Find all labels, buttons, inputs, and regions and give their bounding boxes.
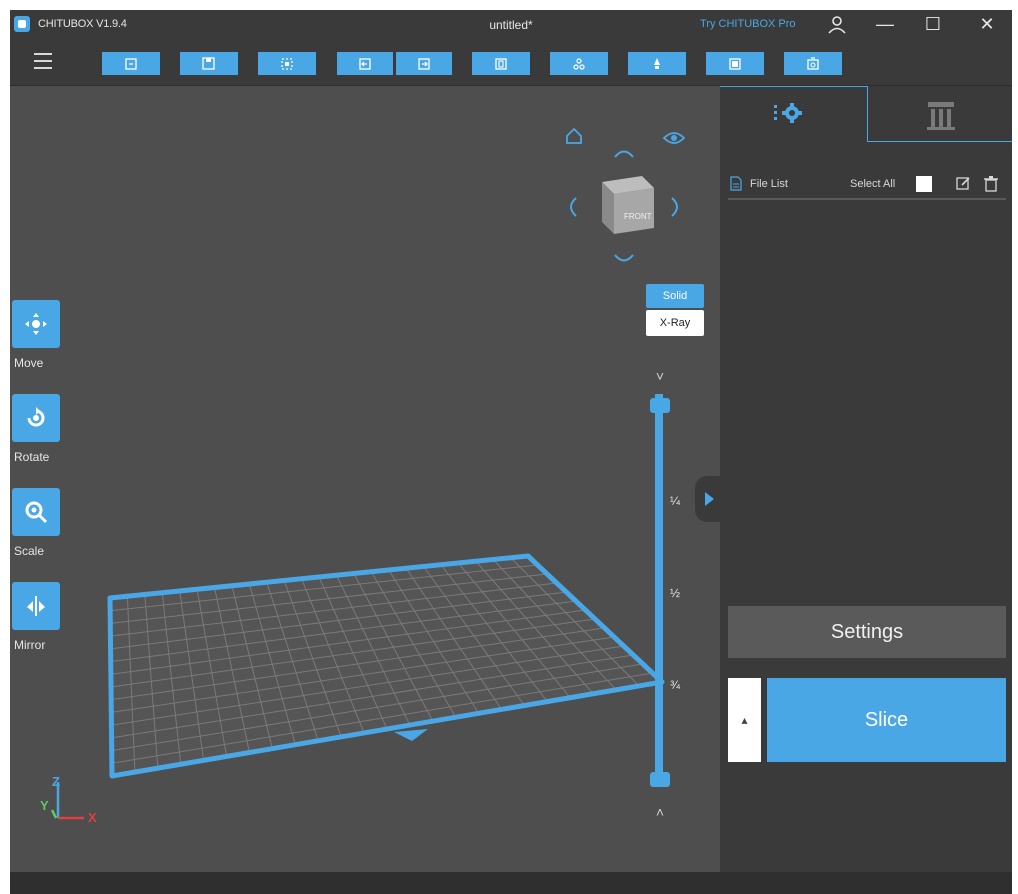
- save-icon: [202, 56, 215, 70]
- scale-button[interactable]: [12, 488, 60, 536]
- 3d-viewport[interactable]: Z Y X Move Rotate Scale Mirror FRONT Sol…: [10, 86, 720, 872]
- redo-button[interactable]: [396, 52, 452, 75]
- rotate-up-icon[interactable]: [612, 146, 636, 160]
- move-label: Move: [14, 356, 44, 370]
- undo-button[interactable]: [337, 52, 393, 75]
- try-pro-link[interactable]: Try CHITUBOX Pro: [700, 18, 796, 30]
- hamburger-menu-icon[interactable]: [34, 53, 52, 71]
- platform-icon: [729, 57, 741, 70]
- close-icon: ✕: [979, 14, 995, 34]
- drill-button[interactable]: [628, 52, 686, 75]
- print-settings-icon: [774, 103, 802, 123]
- tab-print-settings[interactable]: [720, 86, 868, 142]
- axis-y-label: Y: [40, 798, 49, 813]
- file-list-label: File List: [750, 178, 788, 190]
- user-icon[interactable]: [826, 13, 848, 35]
- select-all-checkbox[interactable]: [916, 176, 932, 192]
- tool-mirror: Mirror: [12, 582, 60, 652]
- slice-button[interactable]: Slice: [767, 678, 1006, 762]
- tab-supports[interactable]: [868, 86, 1012, 142]
- rotate-button[interactable]: [12, 394, 60, 442]
- mirror-button[interactable]: [12, 582, 60, 630]
- redo-icon: [418, 57, 430, 70]
- collapse-panel-button[interactable]: [695, 476, 720, 522]
- status-bar: [10, 872, 1012, 894]
- minimize-icon: —: [876, 14, 894, 34]
- supports-icon: [927, 102, 955, 130]
- mirror-label: Mirror: [14, 638, 46, 652]
- app-name: CHITUBOX V1.9.4: [38, 18, 127, 30]
- hollow-button[interactable]: [550, 52, 608, 75]
- close-button[interactable]: ✕: [964, 10, 1010, 40]
- slider-mark-half: ½: [670, 586, 681, 600]
- layer-slider-top-handle[interactable]: [650, 398, 670, 413]
- open-file-icon: [125, 57, 137, 70]
- chitubox-window: CHITUBOX V1.9.4 untitled* Try CHITUBOX P…: [10, 10, 1012, 894]
- layer-slider-track[interactable]: [655, 394, 663, 776]
- undo-icon: [359, 57, 371, 70]
- scale-icon: [25, 501, 48, 524]
- minimize-button[interactable]: —: [862, 10, 908, 40]
- slider-mark-three-quarters: ¾: [670, 678, 681, 692]
- rotate-left-icon[interactable]: [566, 196, 580, 218]
- settings-button[interactable]: Settings: [728, 606, 1006, 658]
- rotate-label: Rotate: [14, 450, 50, 464]
- axis-z-label: Z: [52, 774, 60, 789]
- right-panel: File List Select All Settings ▴ Slice: [720, 86, 1012, 872]
- maximize-icon: ☐: [924, 14, 942, 34]
- chevron-down-icon[interactable]: ˅: [650, 368, 670, 384]
- layer-slider-bottom-handle[interactable]: [650, 772, 670, 787]
- chevron-up-icon[interactable]: ˄: [650, 804, 670, 820]
- drill-icon: [654, 57, 660, 69]
- layout-button[interactable]: [472, 52, 530, 75]
- file-list-icon: [730, 176, 742, 191]
- eye-icon[interactable]: [662, 130, 686, 146]
- rotate-icon: [27, 407, 45, 427]
- save-file-button[interactable]: [180, 52, 238, 75]
- platform-button[interactable]: [706, 52, 764, 75]
- machine-icon: [807, 56, 819, 70]
- open-file-button[interactable]: [102, 52, 160, 75]
- maximize-button[interactable]: ☐: [910, 10, 956, 40]
- view-cube-front-label: FRONT: [624, 212, 652, 221]
- edit-icon[interactable]: [956, 176, 971, 191]
- mirror-icon: [27, 596, 45, 616]
- rotate-right-icon[interactable]: [668, 196, 682, 218]
- main-toolbar: [10, 40, 1012, 86]
- layout-icon: [495, 57, 507, 70]
- move-icon: [25, 313, 47, 335]
- machine-settings-button[interactable]: [784, 52, 842, 75]
- scale-label: Scale: [14, 544, 45, 558]
- axis-x-label: X: [88, 810, 97, 825]
- rotate-down-icon[interactable]: [612, 252, 636, 266]
- app-logo-icon: [14, 16, 30, 32]
- xray-view-button[interactable]: X-Ray: [646, 310, 704, 336]
- file-list-header: File List Select All: [728, 172, 1006, 200]
- solid-view-button[interactable]: Solid: [646, 284, 704, 308]
- tool-move: Move: [12, 300, 60, 370]
- select-all-label: Select All: [850, 178, 896, 190]
- trash-icon[interactable]: [984, 176, 998, 192]
- slice-dropdown-button[interactable]: ▴: [728, 678, 761, 762]
- slider-mark-quarter: ¼: [670, 494, 681, 508]
- home-view-icon[interactable]: [564, 126, 584, 146]
- view-cube[interactable]: [594, 170, 660, 240]
- move-button[interactable]: [12, 300, 60, 348]
- zoom-fit-button[interactable]: [258, 52, 316, 75]
- tool-scale: Scale: [12, 488, 60, 558]
- title-bar: CHITUBOX V1.9.4 untitled* Try CHITUBOX P…: [10, 10, 1012, 40]
- zoom-fit-icon: [281, 57, 293, 70]
- tool-rotate: Rotate: [12, 394, 60, 464]
- hollow-icon: [573, 57, 585, 70]
